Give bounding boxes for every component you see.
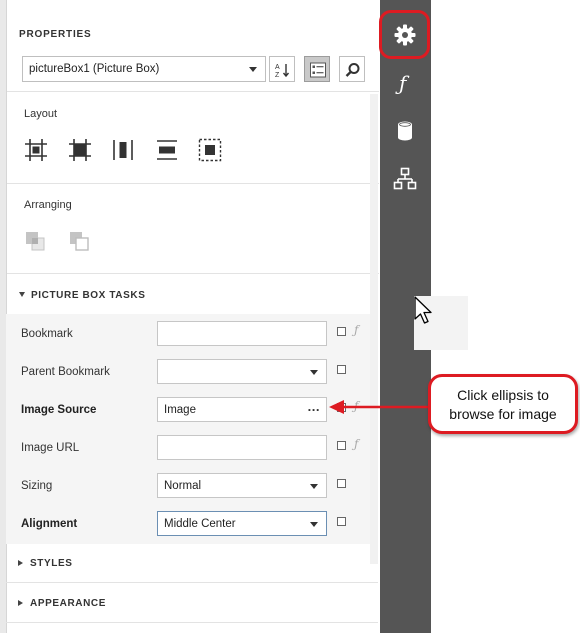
chevron-down-icon [249,67,257,72]
ellipsis-button[interactable]: ... [308,399,320,414]
image-url-field[interactable] [157,435,327,460]
section-divider [6,582,378,583]
collapsed-triangle-icon [18,560,23,566]
component-selector-value: pictureBox1 (Picture Box) [29,63,160,75]
report-explorer-tab[interactable] [380,159,431,199]
mouse-cursor-icon [414,296,432,324]
appearance-group-header[interactable]: APPEARANCE [18,598,106,609]
bring-to-front-icon[interactable] [24,230,46,252]
svg-text:Z: Z [275,72,280,79]
arranging-section-label: Arranging [24,199,72,211]
categorized-view-button[interactable] [304,56,330,82]
bookmark-checkbox[interactable] [337,327,346,336]
collapsed-triangle-icon [18,600,23,606]
function-icon: ƒ [395,71,410,95]
field-list-tab[interactable] [380,111,431,151]
chevron-down-icon [310,484,318,489]
expanded-triangle-icon [19,292,25,297]
section-divider [6,622,378,623]
sizing-value: Normal [164,480,202,492]
layout-section-label: Layout [24,108,58,120]
callout-box: Click ellipsis to browse for image [428,374,578,434]
sort-az-icon: A Z [275,64,290,79]
callout-text: Click ellipsis to browse for image [431,386,575,424]
section-divider [7,273,379,274]
properties-title: PROPERTIES [19,29,92,40]
image-source-value: Image [164,404,196,416]
align-to-grid-icon[interactable] [24,138,48,162]
hierarchy-icon [393,167,417,190]
bookmark-label: Bookmark [21,328,73,340]
picture-box-tasks-header[interactable]: PICTURE BOX TASKS [19,290,145,301]
function-icon[interactable]: ƒ [354,323,358,337]
appearance-group-title: APPEARANCE [30,598,107,609]
section-divider [7,91,379,92]
svg-text:ƒ: ƒ [395,71,410,95]
styles-group-title: STYLES [30,558,73,569]
svg-text:A: A [275,64,280,71]
picture-box-tasks-title: PICTURE BOX TASKS [31,290,146,301]
sizing-label: Sizing [21,480,53,492]
bookmark-field[interactable] [157,321,327,346]
callout-line-2: browse for image [449,406,557,422]
fit-bounds-icon[interactable] [198,138,222,162]
image-source-field[interactable]: Image... [157,397,327,422]
callout-line-1: Click ellipsis to [457,387,549,403]
expressions-tab[interactable]: ƒ [380,63,431,103]
alignment-checkbox[interactable] [337,517,346,526]
parent-bookmark-checkbox[interactable] [337,365,346,374]
styles-group-header[interactable]: STYLES [18,558,73,569]
sizing-checkbox[interactable] [337,479,346,488]
search-properties-button[interactable] [339,56,365,82]
center-vertically-icon[interactable] [155,138,179,162]
alignment-label: Alignment [21,518,78,530]
center-horizontally-icon[interactable] [111,138,135,162]
chevron-down-icon [310,522,318,527]
picture-box-tasks-body: Bookmark ƒ Parent Bookmark Image Source … [6,314,370,544]
panel-scrollbar[interactable] [370,94,378,564]
search-icon [345,63,360,77]
send-to-back-icon[interactable] [68,230,90,252]
size-to-grid-icon[interactable] [68,138,92,162]
database-icon [398,121,412,141]
image-source-label: Image Source [21,404,97,416]
callout-arrow [329,400,429,414]
alignment-value: Middle Center [164,518,236,530]
function-icon[interactable]: ƒ [354,437,358,451]
chevron-down-icon [310,370,318,375]
parent-bookmark-dropdown[interactable] [157,359,327,384]
component-selector[interactable]: pictureBox1 (Picture Box) [22,56,266,82]
section-divider [7,183,379,184]
parent-bookmark-label: Parent Bookmark [21,366,110,378]
alignment-dropdown[interactable]: Middle Center [157,511,327,536]
image-url-checkbox[interactable] [337,441,346,450]
sizing-dropdown[interactable]: Normal [157,473,327,498]
sort-alphabetical-button[interactable]: A Z [269,56,295,82]
categorized-icon [310,62,326,78]
gear-highlight-circle [379,10,430,59]
image-url-label: Image URL [21,442,80,454]
